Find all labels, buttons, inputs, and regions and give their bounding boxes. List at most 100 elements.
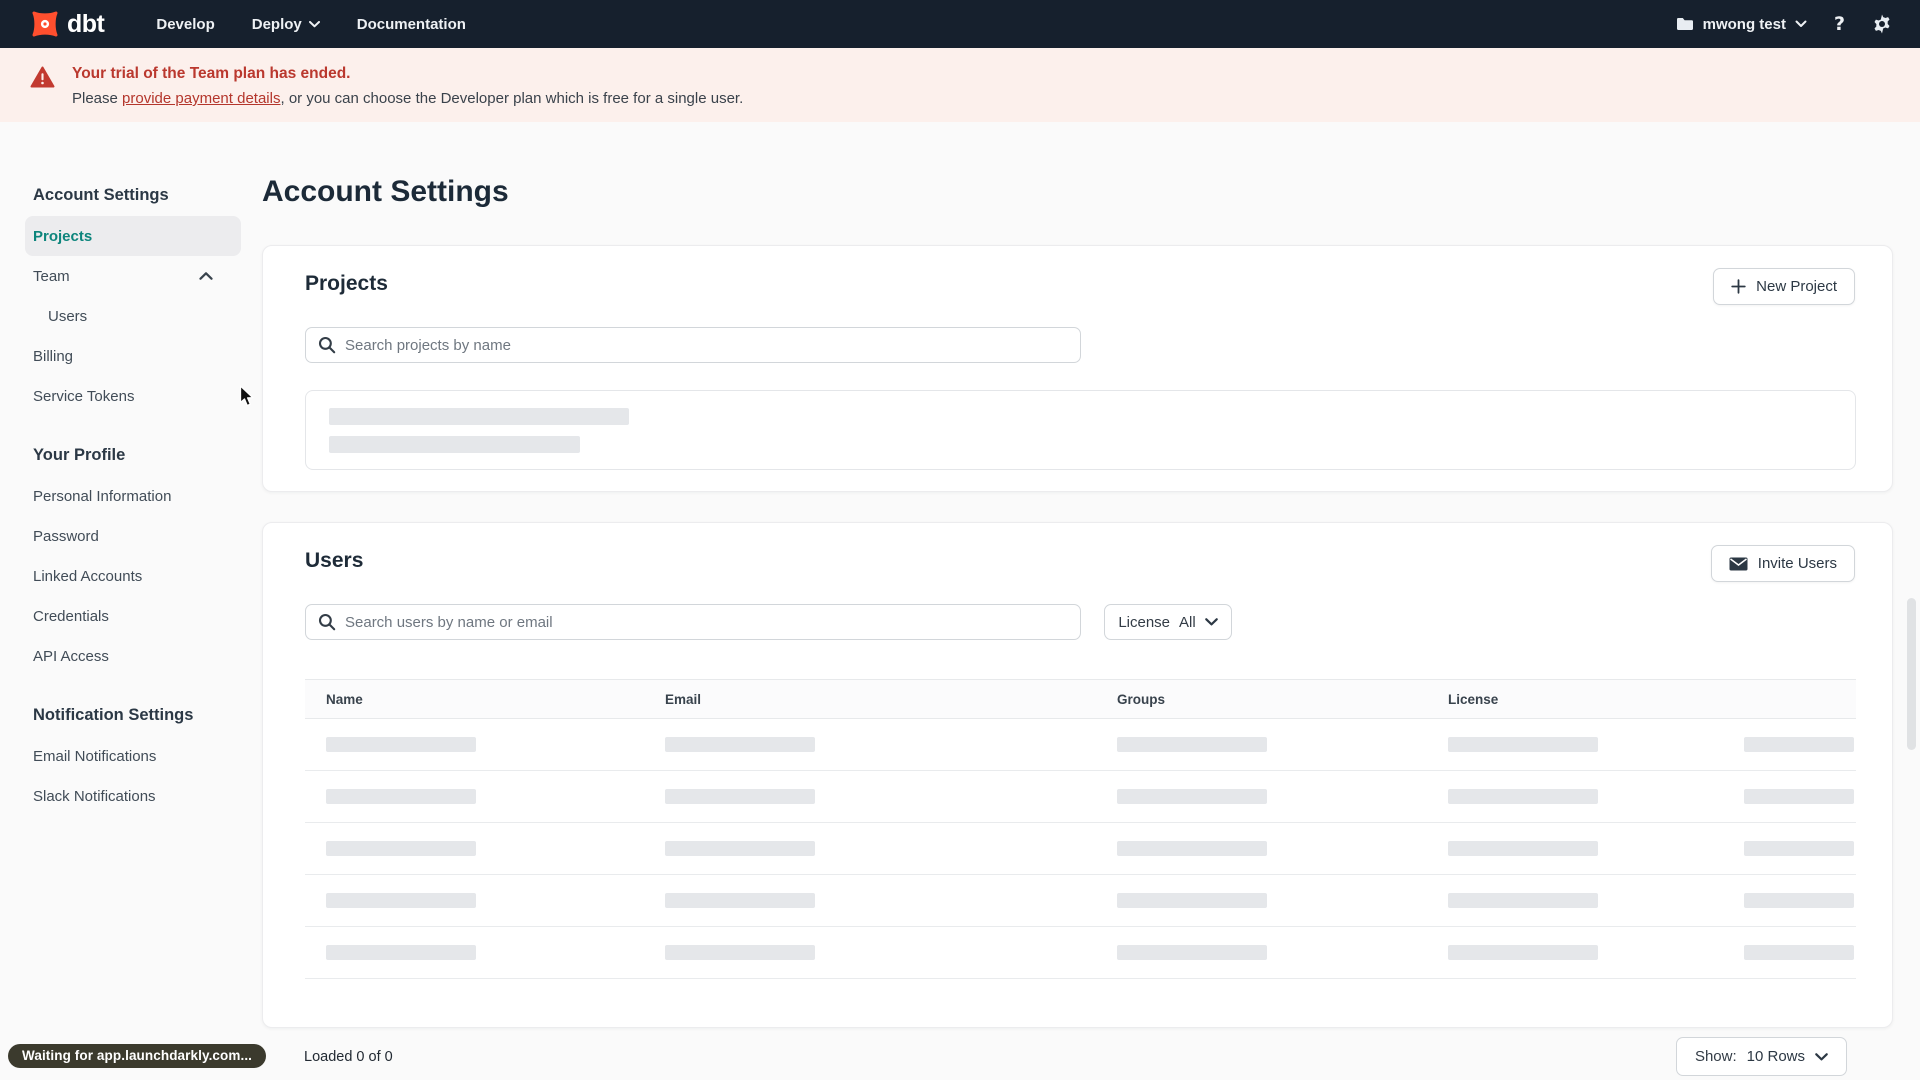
dbt-logo[interactable]: dbt [30, 9, 105, 39]
sidebar-item-email-notifications[interactable]: Email Notifications [25, 736, 241, 776]
nav-documentation[interactable]: Documentation [357, 16, 466, 33]
table-cell-email [644, 945, 1096, 960]
sidebar-item-service-tokens[interactable]: Service Tokens [25, 376, 241, 416]
table-cell-groups [1096, 841, 1427, 856]
skeleton-bar [329, 408, 629, 425]
table-cell-name [305, 789, 644, 804]
skeleton-bar [1117, 945, 1267, 960]
sidebar-item-linked-accounts[interactable]: Linked Accounts [25, 556, 241, 596]
skeleton-bar [1448, 737, 1598, 752]
sidebar-item-label: Users [48, 307, 88, 325]
sidebar-item-team[interactable]: Team [25, 256, 241, 296]
table-cell-license [1427, 841, 1723, 856]
banner-body-suffix: , or you can choose the Developer plan w… [280, 90, 744, 107]
skeleton-bar [1744, 737, 1854, 752]
nav-deploy[interactable]: Deploy [252, 16, 320, 33]
table-cell-name [305, 945, 644, 960]
sidebar-item-users[interactable]: Users [25, 296, 241, 336]
skeleton-bar [326, 789, 476, 804]
sidebar-item-label: Password [33, 527, 99, 545]
skeleton-bar [1448, 841, 1598, 856]
sidebar-item-password[interactable]: Password [25, 516, 241, 556]
sidebar-item-label: Projects [33, 227, 93, 245]
table-row [305, 823, 1856, 875]
license-filter-value: All [1179, 613, 1196, 631]
skeleton-bar [665, 789, 815, 804]
table-row [305, 771, 1856, 823]
skeleton-bar [1448, 789, 1598, 804]
projects-search-input[interactable] [305, 327, 1081, 363]
users-search [305, 604, 1081, 640]
sidebar-item-slack-notifications[interactable]: Slack Notifications [25, 776, 241, 816]
table-cell-actions [1723, 789, 1856, 804]
table-cell-license [1427, 737, 1723, 752]
sidebar-heading-notification-settings: Notification Settings [33, 706, 194, 724]
scrollbar-thumb[interactable] [1907, 598, 1916, 750]
users-table-body [305, 719, 1856, 979]
invite-users-button[interactable]: Invite Users [1710, 545, 1855, 582]
nav-deploy-label: Deploy [251, 15, 302, 33]
skeleton-bar [1744, 945, 1854, 960]
skeleton-bar [1117, 893, 1267, 908]
table-cell-groups [1096, 737, 1427, 752]
sidebar-item-api-access[interactable]: API Access [25, 636, 241, 676]
table-cell-actions [1723, 945, 1856, 960]
skeleton-bar [1117, 789, 1267, 804]
sidebar-item-label: Email Notifications [33, 747, 157, 765]
table-cell-name [305, 841, 644, 856]
sidebar-item-projects[interactable]: Projects [25, 216, 241, 256]
skeleton-bar [665, 893, 815, 908]
dbt-cloud-app: dbt Develop Deploy Documentation mwong t… [0, 0, 1920, 1080]
sidebar-item-personal-information[interactable]: Personal Information [25, 476, 241, 516]
top-navbar: dbt Develop Deploy Documentation mwong t… [0, 0, 1920, 48]
warning-triangle-icon [30, 66, 55, 88]
skeleton-bar [326, 893, 476, 908]
account-switcher[interactable]: mwong test [1676, 16, 1807, 33]
table-cell-groups [1096, 789, 1427, 804]
skeleton-bar [329, 436, 580, 453]
trial-ended-banner: Your trial of the Team plan has ended. P… [0, 48, 1920, 122]
help-icon[interactable]: ? [1834, 13, 1845, 35]
chevron-down-icon [308, 20, 320, 27]
sidebar-item-label: Team [33, 267, 70, 285]
users-search-input[interactable] [305, 604, 1081, 640]
sidebar-item-label: Personal Information [33, 487, 172, 505]
skeleton-bar [1744, 893, 1854, 908]
users-table: Name Email Groups License [305, 679, 1856, 979]
sidebar-item-label: Service Tokens [33, 387, 135, 405]
sidebar-item-billing[interactable]: Billing [25, 336, 241, 376]
chevron-up-icon [199, 272, 213, 280]
table-cell-groups [1096, 893, 1427, 908]
skeleton-bar [1117, 841, 1267, 856]
envelope-icon [1729, 557, 1748, 570]
table-cell-email [644, 893, 1096, 908]
chevron-down-icon [1815, 1052, 1828, 1061]
show-rows-dropdown[interactable]: Show: 10 Rows [1675, 1037, 1847, 1076]
folder-icon [1676, 18, 1693, 30]
projects-search [305, 327, 1081, 363]
table-cell-license [1427, 789, 1723, 804]
skeleton-bar [1448, 945, 1598, 960]
sidebar-heading-your-profile: Your Profile [33, 446, 126, 464]
provide-payment-details-link[interactable]: provide payment details [122, 90, 280, 107]
table-cell-actions [1723, 893, 1856, 908]
settings-gear-icon[interactable] [1872, 14, 1892, 34]
banner-title: Your trial of the Team plan has ended. [72, 65, 351, 82]
table-cell-actions [1723, 841, 1856, 856]
new-project-button[interactable]: New Project [1713, 268, 1855, 305]
nav-develop[interactable]: Develop [156, 16, 214, 33]
loaded-count: Loaded 0 of 0 [304, 1048, 393, 1065]
sidebar-item-credentials[interactable]: Credentials [25, 596, 241, 636]
table-cell-license [1427, 893, 1723, 908]
table-cell-email [644, 789, 1096, 804]
table-row [305, 927, 1856, 979]
license-filter-dropdown[interactable]: License All [1104, 604, 1232, 640]
main-content: Account Settings Projects New Project Se… [262, 122, 1920, 1076]
search-icon [318, 336, 336, 354]
projects-loading-skeleton [305, 390, 1856, 470]
skeleton-bar [1744, 841, 1854, 856]
column-header-groups: Groups [1117, 691, 1166, 707]
show-rows-label: Show: [1694, 1048, 1737, 1065]
users-table-header: Name Email Groups License [305, 679, 1856, 719]
column-header-email: Email [665, 691, 702, 707]
